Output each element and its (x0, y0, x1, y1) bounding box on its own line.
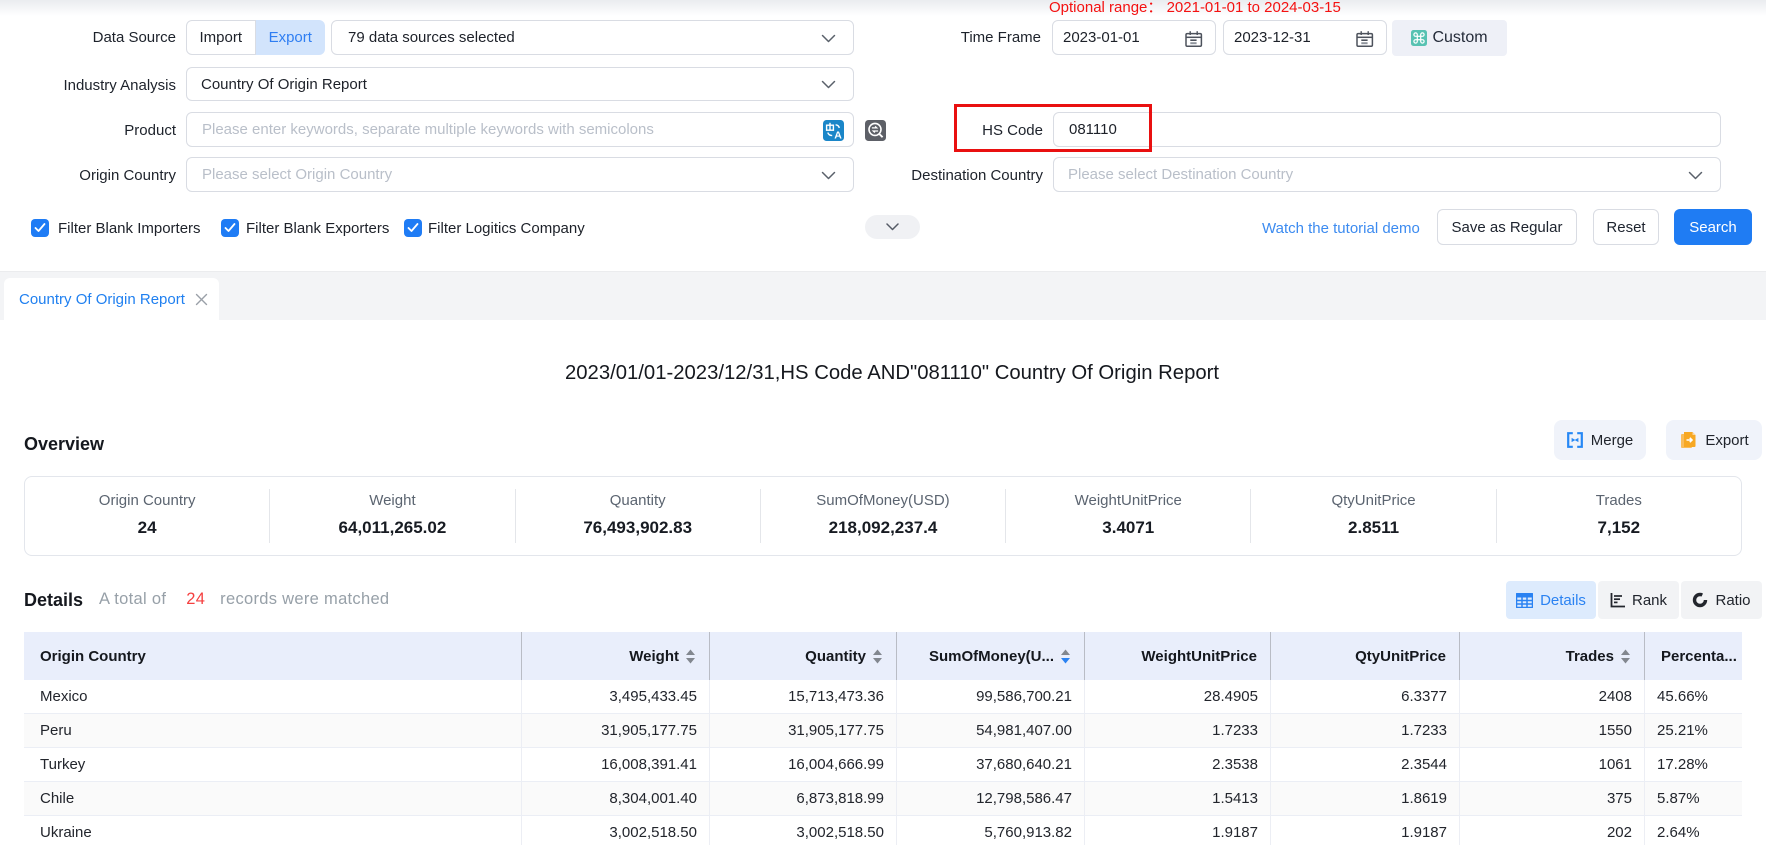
svg-text:A: A (834, 129, 842, 141)
